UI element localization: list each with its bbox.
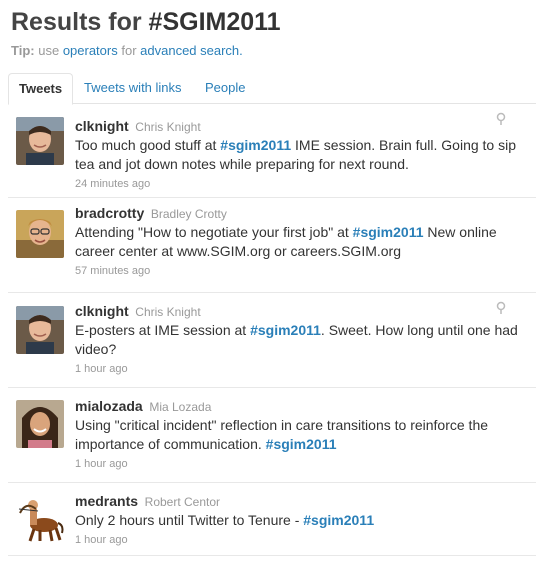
timestamp-link[interactable]: 24 minutes ago bbox=[75, 177, 526, 191]
avatar[interactable] bbox=[16, 400, 64, 448]
page-title: Results for #SGIM2011 bbox=[11, 5, 530, 39]
tweet-content: bradcrotty Bradley Crotty Attending "How… bbox=[75, 204, 526, 278]
tweet-item[interactable]: bradcrotty Bradley Crotty Attending "How… bbox=[8, 198, 536, 293]
tab-tweets-with-links[interactable]: Tweets with links bbox=[74, 73, 192, 103]
hashtag-link[interactable]: #sgim2011 bbox=[266, 436, 337, 452]
username-link[interactable]: mialozada bbox=[75, 398, 143, 414]
full-name: Mia Lozada bbox=[149, 400, 212, 414]
timestamp-link[interactable]: 1 hour ago bbox=[75, 362, 526, 376]
search-query: #SGIM2011 bbox=[148, 8, 281, 36]
tweet-text: Only 2 hours until Twitter to Tenure - #… bbox=[75, 511, 526, 530]
tweet-text: E-posters at IME session at #sgim2011. S… bbox=[75, 321, 526, 359]
hashtag-link[interactable]: #sgim2011 bbox=[353, 224, 424, 240]
tweet-meta: bradcrotty Bradley Crotty bbox=[75, 204, 526, 223]
tab-tweets[interactable]: Tweets bbox=[8, 73, 74, 105]
username-link[interactable]: medrants bbox=[75, 493, 138, 509]
location-pin-icon[interactable] bbox=[494, 301, 508, 315]
avatar[interactable] bbox=[16, 495, 64, 543]
title-prefix: Results for bbox=[11, 8, 142, 36]
username-link[interactable]: clknight bbox=[75, 118, 129, 134]
timestamp-link[interactable]: 1 hour ago bbox=[75, 533, 526, 547]
tweet-text-before: E-posters at IME session at bbox=[75, 322, 247, 338]
full-name: Bradley Crotty bbox=[150, 207, 227, 221]
tweet-meta: medrants Robert Centor bbox=[75, 492, 526, 511]
hashtag-link[interactable]: #sgim2011 bbox=[303, 512, 374, 528]
tweet-item[interactable]: medrants Robert Centor Only 2 hours unti… bbox=[8, 483, 536, 556]
tweet-meta: clknight Chris Knight bbox=[75, 117, 526, 136]
tweet-item[interactable]: mialozada Mia Lozada Using "critical inc… bbox=[8, 388, 536, 483]
full-name: Chris Knight bbox=[135, 305, 201, 319]
tweet-text-before: Attending "How to negotiate your first j… bbox=[75, 224, 349, 240]
username-link[interactable]: clknight bbox=[75, 303, 129, 319]
full-name: Chris Knight bbox=[135, 120, 201, 134]
tip-text-2: for bbox=[121, 43, 137, 58]
tweet-text-before: Too much good stuff at bbox=[75, 137, 217, 153]
hashtag-link[interactable]: #sgim2011 bbox=[250, 322, 321, 338]
tweet-text-before: Only 2 hours until Twitter to Tenure - bbox=[75, 512, 300, 528]
username-link[interactable]: bradcrotty bbox=[75, 205, 144, 221]
tweet-content: mialozada Mia Lozada Using "critical inc… bbox=[75, 397, 526, 471]
tweet-meta: clknight Chris Knight bbox=[75, 302, 526, 321]
tweet-list: clknight Chris Knight Too much good stuf… bbox=[8, 104, 536, 556]
tweet-text: Attending "How to negotiate your first j… bbox=[75, 223, 526, 261]
timestamp-link[interactable]: 57 minutes ago bbox=[75, 264, 526, 278]
tweet-text: Using "critical incident" reflection in … bbox=[75, 416, 526, 454]
tweet-meta: mialozada Mia Lozada bbox=[75, 397, 526, 416]
tip-text-1: use bbox=[38, 43, 60, 58]
avatar[interactable] bbox=[16, 306, 64, 354]
result-tabs: Tweets Tweets with links People bbox=[8, 73, 536, 105]
avatar[interactable] bbox=[16, 210, 64, 258]
tweet-item[interactable]: clknight Chris Knight E-posters at IME s… bbox=[8, 293, 536, 388]
search-header: Results for #SGIM2011 Tip: use operators… bbox=[11, 5, 530, 58]
tweet-item[interactable]: clknight Chris Knight Too much good stuf… bbox=[8, 104, 536, 198]
tweet-content: clknight Chris Knight E-posters at IME s… bbox=[75, 302, 526, 376]
operators-link[interactable]: operators bbox=[63, 43, 118, 58]
hashtag-link[interactable]: #sgim2011 bbox=[220, 137, 291, 153]
timestamp-link[interactable]: 1 hour ago bbox=[75, 457, 526, 471]
tweet-text: Too much good stuff at #sgim2011 IME ses… bbox=[75, 136, 526, 174]
tab-people[interactable]: People bbox=[195, 73, 255, 103]
tweet-content: clknight Chris Knight Too much good stuf… bbox=[75, 117, 526, 191]
full-name: Robert Centor bbox=[144, 495, 221, 509]
location-pin-icon[interactable] bbox=[494, 112, 508, 126]
search-tip: Tip: use operators for advanced search. bbox=[11, 43, 530, 58]
tip-label: Tip: bbox=[11, 43, 35, 58]
tweet-content: medrants Robert Centor Only 2 hours unti… bbox=[75, 492, 526, 547]
advanced-search-link[interactable]: advanced search. bbox=[140, 43, 243, 58]
avatar[interactable] bbox=[16, 117, 64, 165]
